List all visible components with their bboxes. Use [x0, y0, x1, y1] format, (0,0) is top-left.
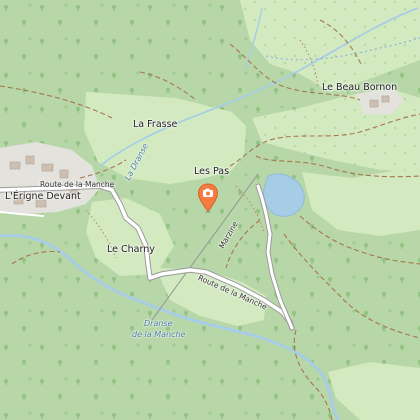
place-label-la-frasse: La Frasse: [133, 119, 178, 130]
road-label-route-de-la-manche-west: Route de la Manche: [40, 180, 115, 189]
place-label-les-pas: Les Pas: [194, 166, 230, 177]
map-canvas[interactable]: La Frasse Les Pas Le Beau Bornon L'Érign…: [0, 0, 420, 420]
place-label-erigne-devant: L'Érigne Devant: [5, 191, 81, 202]
water-label-dranse: Dranse: [144, 319, 173, 328]
map-pin-icon[interactable]: [197, 183, 219, 213]
place-label-le-beau-bornon: Le Beau Bornon: [322, 82, 398, 93]
water-label-de-la-manche: de la Manche: [132, 330, 186, 339]
place-label-le-charny: Le Charny: [107, 244, 155, 255]
